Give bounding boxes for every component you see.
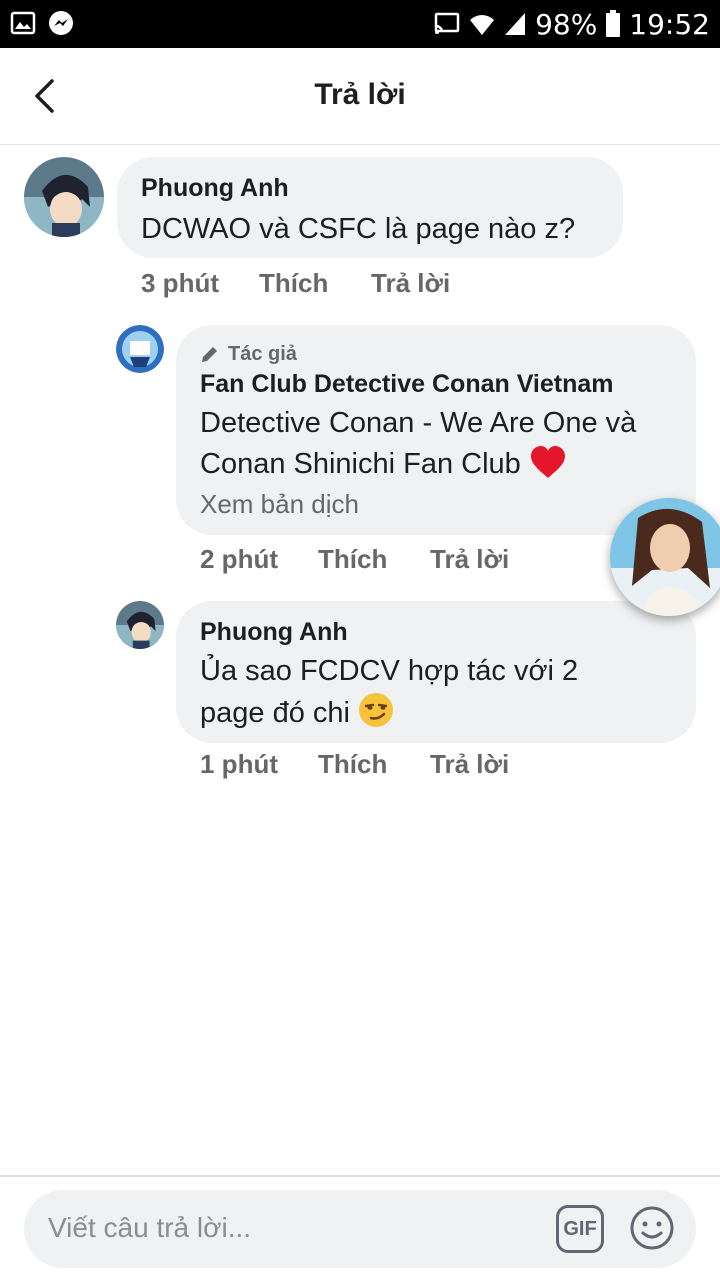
comment-actions: 1 phút Thích Trả lời (200, 749, 509, 780)
battery-icon (606, 10, 621, 37)
comment-text-line1: Ủa sao FCDCV hợp tác với 2 (200, 655, 579, 687)
emoji-icon[interactable] (628, 1204, 676, 1252)
comment-bubble: Tác giả Fan Club Detective Conan Vietnam… (176, 325, 696, 535)
status-bar: 98% 19:52 (0, 0, 720, 48)
comment-actions: 2 phút Thích Trả lời (200, 544, 509, 575)
comment-actions: 3 phút Thích Trả lời (141, 268, 450, 299)
messenger-chat-head[interactable] (610, 498, 720, 616)
avatar[interactable] (116, 601, 164, 649)
comment-text-line2: page đó chi (200, 692, 672, 734)
comment-author[interactable]: Phuong Anh (141, 173, 599, 203)
comment-bubble: Phuong Anh Ủa sao FCDCV hợp tác với 2 pa… (176, 601, 696, 743)
avatar[interactable] (24, 157, 104, 237)
comment-text: DCWAO và CSFC là page nào z? (141, 213, 576, 245)
pencil-icon (202, 347, 217, 362)
image-notification-icon (10, 11, 36, 35)
messenger-notification-icon (49, 11, 73, 35)
cast-icon (434, 12, 460, 34)
red-heart-emoji-icon (530, 446, 565, 478)
composer-divider (0, 1175, 720, 1177)
like-button[interactable]: Thích (259, 268, 371, 299)
comment-text-line2: Conan Shinichi Fan Club (200, 444, 672, 485)
gif-label: GIF (563, 1217, 597, 1240)
comment-bubble: Phuong Anh DCWAO và CSFC là page nào z? (117, 157, 623, 258)
comment-text-line2-content: page đó chi (200, 697, 350, 729)
wifi-icon (470, 15, 495, 36)
reply-composer: GIF (24, 1190, 696, 1268)
author-badge: Tác giả (200, 341, 672, 367)
comment-text-line1: Detective Conan - We Are One và (200, 407, 637, 439)
comment-author[interactable]: Fan Club Detective Conan Vietnam (200, 369, 672, 399)
reply-button[interactable]: Trả lời (430, 544, 509, 575)
smirking-face-emoji-icon (359, 693, 394, 727)
author-badge-label: Tác giả (228, 343, 297, 365)
reply-button[interactable]: Trả lời (371, 268, 450, 299)
comment-text-line2-content: Conan Shinichi Fan Club (200, 448, 521, 480)
reply-button[interactable]: Trả lời (430, 749, 509, 780)
see-translation-link[interactable]: Xem bản dịch (200, 485, 672, 523)
comment-timestamp: 2 phút (200, 544, 278, 574)
comment-author[interactable]: Phuong Anh (200, 617, 672, 647)
signal-icon (505, 13, 526, 35)
page-avatar[interactable] (116, 325, 164, 373)
comment-timestamp: 1 phút (200, 749, 278, 779)
battery-percent: 98% (535, 7, 598, 41)
page-title: Trả lời (314, 78, 406, 111)
clock: 19:52 (629, 7, 710, 41)
reply-input[interactable] (48, 1208, 528, 1248)
gif-button[interactable]: GIF (556, 1205, 604, 1253)
header: Trả lời (0, 48, 720, 145)
comment-timestamp: 3 phút (141, 268, 219, 298)
like-button[interactable]: Thích (318, 544, 430, 575)
like-button[interactable]: Thích (318, 749, 430, 780)
